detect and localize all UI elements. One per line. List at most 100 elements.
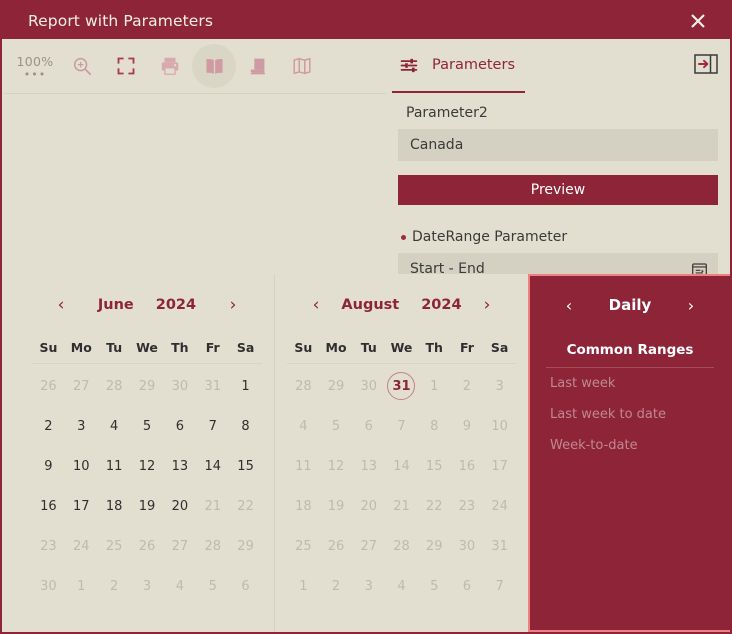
calendar-day[interactable]: 20 (163, 486, 196, 526)
calendar-day[interactable]: 6 (352, 406, 385, 446)
calendar-day[interactable]: 29 (131, 366, 164, 406)
calendar-day[interactable]: 17 (65, 486, 98, 526)
calendar-day[interactable]: 27 (163, 526, 196, 566)
calendar-day[interactable]: 8 (229, 406, 262, 446)
calendar-day[interactable]: 28 (287, 366, 320, 406)
calendar-day[interactable]: 3 (131, 566, 164, 606)
calendar-day[interactable]: 16 (451, 446, 484, 486)
calendar-left-year[interactable]: 2024 (156, 297, 196, 313)
calendar-day[interactable]: 9 (32, 446, 65, 486)
calendar-day[interactable]: 13 (163, 446, 196, 486)
calendar-day[interactable]: 12 (131, 446, 164, 486)
calendar-day[interactable]: 3 (65, 406, 98, 446)
calendar-day[interactable]: 1 (418, 366, 451, 406)
calendar-day[interactable]: 1 (287, 566, 320, 606)
single-page-view-icon-button[interactable] (236, 44, 280, 88)
tab-parameters[interactable]: Parameters (392, 39, 525, 93)
common-range-item[interactable]: Week-to-date (546, 430, 714, 461)
calendar-day[interactable]: 22 (229, 486, 262, 526)
common-range-item[interactable]: Last week (546, 368, 714, 399)
calendar-day[interactable]: 18 (98, 486, 131, 526)
calendar-right-next-button[interactable]: › (476, 293, 498, 317)
calendar-day[interactable]: 15 (418, 446, 451, 486)
two-page-view-icon-button[interactable] (192, 44, 236, 88)
calendar-day[interactable]: 7 (483, 566, 516, 606)
calendar-day[interactable]: 28 (385, 526, 418, 566)
calendar-day[interactable]: 6 (229, 566, 262, 606)
calendar-day[interactable]: 7 (196, 406, 229, 446)
calendar-day[interactable]: 1 (229, 366, 262, 406)
calendar-day[interactable]: 18 (287, 486, 320, 526)
fit-page-icon-button[interactable] (104, 44, 148, 88)
calendar-day[interactable]: 14 (385, 446, 418, 486)
calendar-day[interactable]: 4 (98, 406, 131, 446)
collapse-panel-button[interactable] (692, 51, 720, 77)
calendar-day[interactable]: 29 (320, 366, 353, 406)
ranges-next-button[interactable]: › (680, 293, 702, 317)
calendar-right-year[interactable]: 2024 (421, 297, 461, 313)
calendar-day[interactable]: 13 (352, 446, 385, 486)
ranges-prev-button[interactable]: ‹ (558, 293, 580, 317)
print-icon-button[interactable] (148, 44, 192, 88)
calendar-day[interactable]: 23 (32, 526, 65, 566)
calendar-day[interactable]: 2 (451, 366, 484, 406)
calendar-day[interactable]: 8 (418, 406, 451, 446)
calendar-day[interactable]: 6 (451, 566, 484, 606)
calendar-day[interactable]: 19 (320, 486, 353, 526)
calendar-day[interactable]: 1 (65, 566, 98, 606)
calendar-day[interactable]: 4 (287, 406, 320, 446)
calendar-day[interactable]: 26 (320, 526, 353, 566)
calendar-day[interactable]: 26 (32, 366, 65, 406)
calendar-day[interactable]: 25 (98, 526, 131, 566)
preview-button[interactable]: Preview (398, 175, 718, 205)
calendar-day[interactable]: 3 (483, 366, 516, 406)
calendar-day[interactable]: 21 (196, 486, 229, 526)
calendar-day[interactable]: 27 (65, 366, 98, 406)
calendar-day[interactable]: 15 (229, 446, 262, 486)
calendar-day[interactable]: 30 (163, 366, 196, 406)
calendar-day[interactable]: 5 (196, 566, 229, 606)
calendar-day[interactable]: 2 (320, 566, 353, 606)
multi-page-view-icon-button[interactable] (280, 44, 324, 88)
calendar-day[interactable]: 11 (287, 446, 320, 486)
calendar-day[interactable]: 12 (320, 446, 353, 486)
calendar-day[interactable]: 25 (287, 526, 320, 566)
calendar-day[interactable]: 2 (32, 406, 65, 446)
calendar-day[interactable]: 31 (385, 366, 418, 406)
calendar-day[interactable]: 10 (483, 406, 516, 446)
close-button[interactable] (676, 2, 720, 39)
calendar-day[interactable]: 28 (98, 366, 131, 406)
calendar-right-month[interactable]: August (341, 297, 399, 313)
calendar-day[interactable]: 30 (352, 366, 385, 406)
zoom-in-icon-button[interactable] (60, 44, 104, 88)
calendar-day[interactable]: 29 (418, 526, 451, 566)
calendar-left-prev-button[interactable]: ‹ (50, 293, 72, 317)
calendar-day[interactable]: 20 (352, 486, 385, 526)
calendar-day[interactable]: 27 (352, 526, 385, 566)
calendar-day[interactable]: 19 (131, 486, 164, 526)
calendar-left-month[interactable]: June (98, 297, 134, 313)
calendar-day[interactable]: 31 (483, 526, 516, 566)
calendar-day[interactable]: 22 (418, 486, 451, 526)
calendar-day[interactable]: 23 (451, 486, 484, 526)
calendar-day[interactable]: 30 (451, 526, 484, 566)
calendar-day[interactable]: 4 (163, 566, 196, 606)
calendar-day[interactable]: 26 (131, 526, 164, 566)
calendar-day[interactable]: 21 (385, 486, 418, 526)
calendar-day[interactable]: 5 (320, 406, 353, 446)
calendar-day[interactable]: 11 (98, 446, 131, 486)
calendar-left-next-button[interactable]: › (222, 293, 244, 317)
parameter2-input[interactable]: Canada (398, 129, 718, 161)
calendar-day[interactable]: 6 (163, 406, 196, 446)
calendar-day[interactable]: 5 (131, 406, 164, 446)
calendar-day[interactable]: 24 (483, 486, 516, 526)
zoom-level-control[interactable]: 100% ••• (10, 54, 60, 80)
calendar-day[interactable]: 31 (196, 366, 229, 406)
calendar-day[interactable]: 17 (483, 446, 516, 486)
calendar-day[interactable]: 2 (98, 566, 131, 606)
calendar-day[interactable]: 28 (196, 526, 229, 566)
calendar-day[interactable]: 30 (32, 566, 65, 606)
calendar-day[interactable]: 10 (65, 446, 98, 486)
calendar-day[interactable]: 16 (32, 486, 65, 526)
calendar-right-prev-button[interactable]: ‹ (305, 293, 327, 317)
